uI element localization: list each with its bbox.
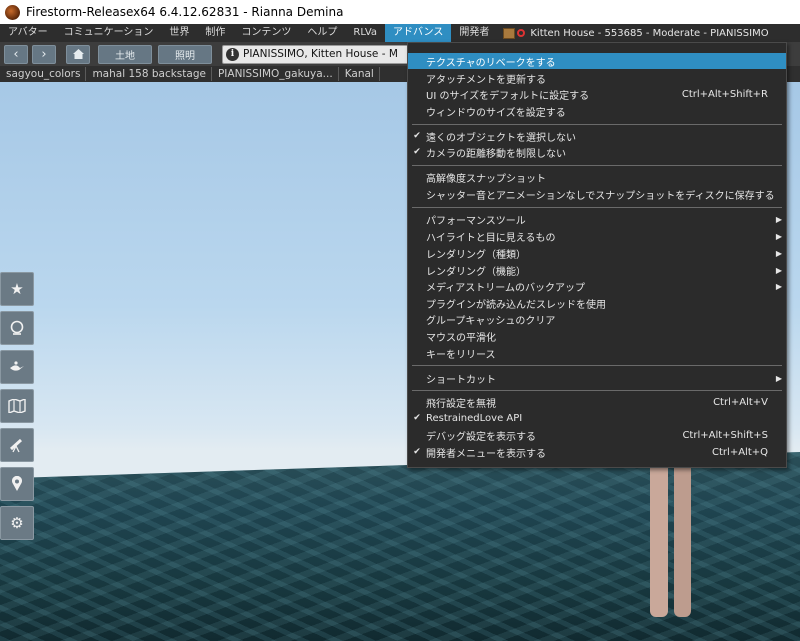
genie-tool-button[interactable] xyxy=(0,350,34,384)
favorite-item[interactable]: sagyou_colors xyxy=(0,67,87,81)
window-title: Firestorm-Releasex64 6.4.12.62831 - Rian… xyxy=(26,5,344,19)
location-pin-icon xyxy=(12,476,22,491)
menu-item-restrainedlove-api[interactable]: ✔ RestrainedLove API xyxy=(408,410,786,426)
camera-tool-button[interactable] xyxy=(0,428,34,462)
menu-world[interactable]: 世界 xyxy=(161,24,197,42)
menu-item-show-debug-settings[interactable]: デバッグ設定を表示する Ctrl+Alt+Shift+S xyxy=(408,427,786,443)
menu-item-refresh-attachments[interactable]: アタッチメントを更新する xyxy=(408,70,786,86)
menu-item-no-select-far-objects[interactable]: ✔ 遠くのオブジェクトを選択しない xyxy=(408,128,786,144)
destinations-tool-button[interactable] xyxy=(0,311,34,345)
favorite-item[interactable]: Kanal xyxy=(339,67,380,81)
menu-item-quiet-snapshot-to-disk[interactable]: シャッター音とアニメーションなしでスナップショットをディスクに保存する xyxy=(408,186,786,202)
menu-separator xyxy=(412,390,782,391)
menu-item-mouse-smoothing[interactable]: マウスの平滑化 xyxy=(408,328,786,344)
menu-item-reset-ui-size[interactable]: UI のサイズをデフォルトに設定する Ctrl+Alt+Shift+R xyxy=(408,86,786,102)
house-icon xyxy=(72,49,84,59)
menu-separator xyxy=(412,165,782,166)
map-tool-button[interactable] xyxy=(0,389,34,423)
menu-item-plugin-threads[interactable]: プラグインが読み込んだスレッドを使用 xyxy=(408,295,786,311)
submenu-arrow-icon: ▶ xyxy=(775,248,782,258)
preferences-tool-button[interactable]: ⚙ xyxy=(0,506,34,540)
lighting-button[interactable]: 照明 xyxy=(158,44,212,64)
submenu-arrow-icon: ▶ xyxy=(775,214,782,224)
avatar-leg-left xyxy=(650,457,668,617)
no-access-icon xyxy=(517,29,526,37)
menu-advanced[interactable]: アドバンス xyxy=(385,24,452,42)
menu-item-release-keys[interactable]: キーをリリース xyxy=(408,345,786,361)
map-icon xyxy=(8,399,26,413)
gears-icon: ⚙ xyxy=(10,514,24,532)
check-icon: ✔ xyxy=(413,413,421,423)
menu-item-rendering-types[interactable]: レンダリング（種類） ▶ xyxy=(408,245,786,261)
submenu-arrow-icon: ▶ xyxy=(775,281,782,291)
globe-icon xyxy=(10,320,24,335)
right-arrow-icon: › xyxy=(41,46,47,62)
menu-item-rendering-features[interactable]: レンダリング（機能） ▶ xyxy=(408,262,786,278)
menu-item-shortcuts[interactable]: ショートカット ▶ xyxy=(408,370,786,386)
menu-item-highlighting-visibility[interactable]: ハイライトと目に見えるもの ▶ xyxy=(408,228,786,244)
menu-item-media-stream-backup[interactable]: メディアストリームのバックアップ ▶ xyxy=(408,278,786,294)
menu-rlva[interactable]: RLVa xyxy=(345,24,385,42)
menu-item-performance-tools[interactable]: パフォーマンスツール ▶ xyxy=(408,211,786,227)
star-icon: ★ xyxy=(10,280,24,298)
avatar-leg-right xyxy=(674,457,691,617)
menu-item-clear-group-cache[interactable]: グループキャッシュのクリア xyxy=(408,311,786,327)
left-arrow-icon: ‹ xyxy=(13,46,19,62)
back-button[interactable]: ‹ xyxy=(4,44,28,64)
genie-lamp-icon xyxy=(10,361,24,371)
parcel-info-text: Kitten House - 553685 - Moderate - PIANI… xyxy=(530,27,769,39)
submenu-arrow-icon: ▶ xyxy=(775,373,782,383)
menu-build[interactable]: 制作 xyxy=(197,24,233,42)
left-toolbar: ★ ⚙ xyxy=(0,272,34,545)
menu-item-set-window-size[interactable]: ウィンドウのサイズを設定する xyxy=(408,103,786,119)
land-button[interactable]: 土地 xyxy=(98,44,152,64)
menu-item-rebake-textures[interactable]: テクスチャのリベークをする xyxy=(408,53,786,69)
window-title-bar: Firestorm-Releasex64 6.4.12.62831 - Rian… xyxy=(0,0,800,24)
menu-item-high-res-snapshot[interactable]: 高解像度スナップショット xyxy=(408,169,786,185)
menu-item-show-developer-menu[interactable]: ✔ 開発者メニューを表示する Ctrl+Alt+Q xyxy=(408,444,786,460)
menu-help[interactable]: ヘルプ xyxy=(299,24,345,42)
check-icon: ✔ xyxy=(413,131,421,141)
submenu-arrow-icon: ▶ xyxy=(775,265,782,275)
favorite-item[interactable]: mahal 158 backstage xyxy=(86,67,212,81)
main-menu-bar: アバター コミュニケーション 世界 制作 コンテンツ ヘルプ RLVa アドバン… xyxy=(0,24,800,42)
forward-button[interactable]: › xyxy=(32,44,56,64)
menu-communication[interactable]: コミュニケーション xyxy=(56,24,162,42)
check-icon: ✔ xyxy=(413,147,421,157)
parcel-info[interactable]: Kitten House - 553685 - Moderate - PIANI… xyxy=(497,24,769,42)
parcel-box-icon xyxy=(503,27,516,39)
telescope-icon xyxy=(9,438,23,453)
menu-content[interactable]: コンテンツ xyxy=(233,24,299,42)
menu-separator xyxy=(412,365,782,366)
location-text: PIANISSIMO, Kitten House - M xyxy=(243,48,398,60)
location-input[interactable]: i PIANISSIMO, Kitten House - M xyxy=(222,44,412,64)
info-icon[interactable]: i xyxy=(226,47,239,61)
check-icon: ✔ xyxy=(413,447,421,457)
favorites-tool-button[interactable]: ★ xyxy=(0,272,34,306)
menu-item-ignore-flying-settings[interactable]: 飛行設定を無視 Ctrl+Alt+V xyxy=(408,394,786,410)
favorite-item[interactable]: PIANISSIMO_gakuya... xyxy=(212,67,339,81)
menu-separator xyxy=(412,124,782,125)
firestorm-logo-icon xyxy=(5,4,20,20)
places-tool-button[interactable] xyxy=(0,467,34,501)
advanced-menu-dropdown: テクスチャのリベークをする アタッチメントを更新する UI のサイズをデフォルト… xyxy=(407,42,787,468)
menu-avatar[interactable]: アバター xyxy=(0,24,56,42)
menu-separator xyxy=(412,207,782,208)
menu-developer[interactable]: 開発者 xyxy=(451,24,497,42)
menu-item-no-camera-limits[interactable]: ✔ カメラの距離移動を制限しない xyxy=(408,144,786,160)
home-button[interactable] xyxy=(66,44,90,64)
submenu-arrow-icon: ▶ xyxy=(775,231,782,241)
